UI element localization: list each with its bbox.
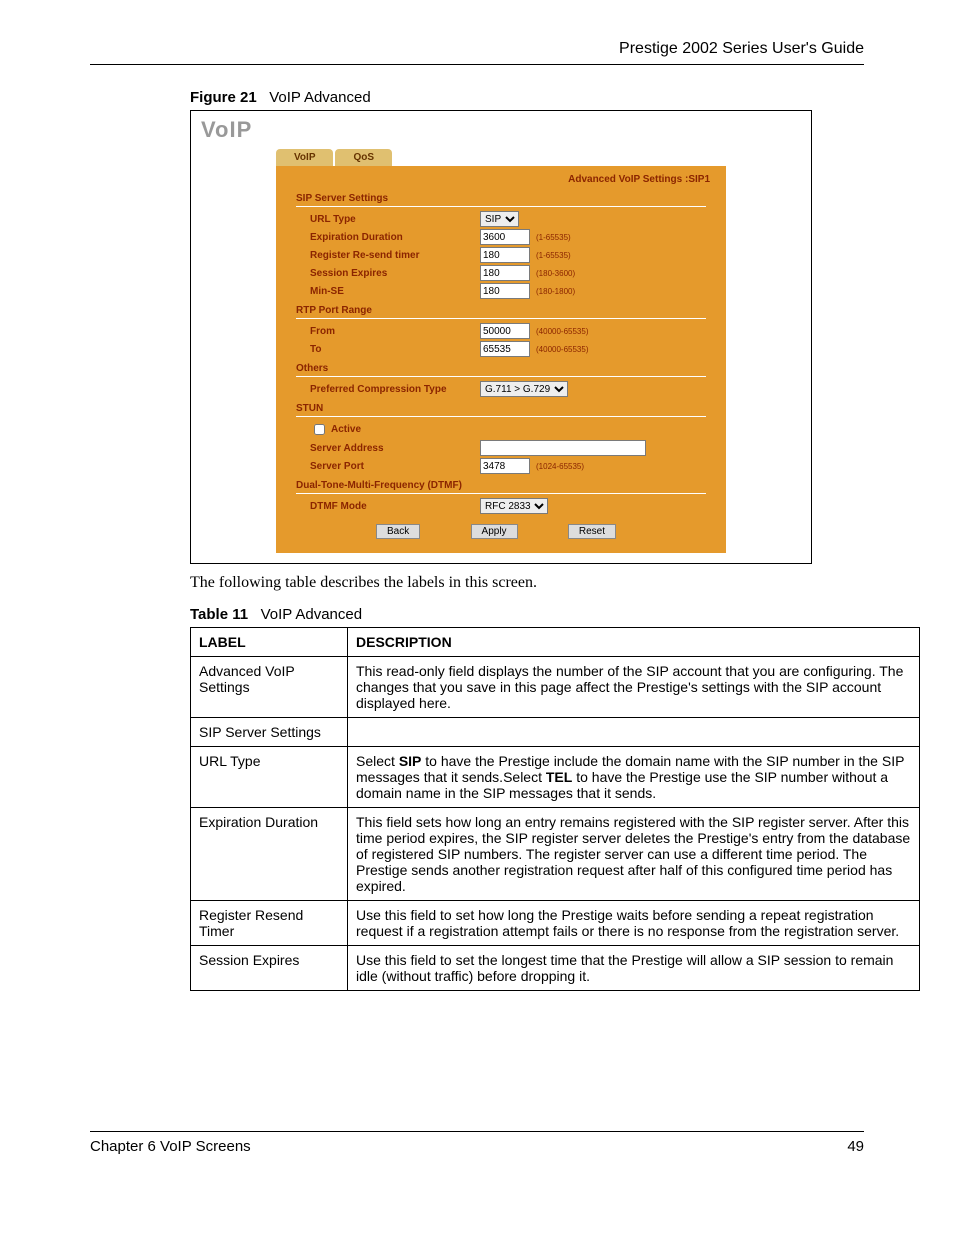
doc-footer: Chapter 6 VoIP Screens 49 (90, 1131, 864, 1155)
intro-text: The following table describes the labels… (190, 574, 864, 592)
table-title: VoIP Advanced (261, 606, 362, 623)
cell-description: Select SIP to have the Prestige include … (348, 747, 920, 808)
label-active: Active (331, 424, 361, 435)
hint-min-se: (180-1800) (536, 287, 575, 296)
th-label: LABEL (191, 628, 348, 657)
label-min-se: Min-SE (310, 286, 480, 297)
label-compression: Preferred Compression Type (310, 384, 480, 395)
resend-input[interactable] (480, 247, 530, 263)
cell-description: This field sets how long an entry remain… (348, 808, 920, 901)
screenshot: VoIP VoIP QoS Advanced VoIP Settings :SI… (190, 110, 812, 564)
cell-label: Session Expires (191, 946, 348, 991)
hint-expiration: (1-65535) (536, 233, 571, 242)
figure-caption: Figure 21 VoIP Advanced (190, 89, 864, 106)
tab-qos[interactable]: QoS (335, 149, 392, 166)
label-server-port: Server Port (310, 461, 480, 472)
settings-panel: Advanced VoIP Settings :SIP1 SIP Server … (276, 166, 726, 553)
label-url-type: URL Type (310, 214, 480, 225)
server-address-input[interactable] (480, 440, 646, 456)
figure-label: Figure 21 (190, 89, 257, 106)
to-input[interactable] (480, 341, 530, 357)
section-others: Others (296, 361, 706, 377)
table-row: SIP Server Settings (191, 718, 920, 747)
tab-voip[interactable]: VoIP (276, 149, 333, 166)
section-rtp: RTP Port Range (296, 303, 706, 319)
table-row: Advanced VoIP SettingsThis read-only fie… (191, 657, 920, 718)
tabs: VoIP QoS (276, 149, 811, 166)
label-expiration: Expiration Duration (310, 232, 480, 243)
cell-label: URL Type (191, 747, 348, 808)
min-se-input[interactable] (480, 283, 530, 299)
label-dtmf-mode: DTMF Mode (310, 501, 480, 512)
hint-session: (180-3600) (536, 269, 575, 278)
cell-description: Use this field to set how long the Prest… (348, 901, 920, 946)
figure-title: VoIP Advanced (269, 89, 370, 106)
table-caption: Table 11 VoIP Advanced (190, 606, 864, 623)
panel-title: Advanced VoIP Settings :SIP1 (286, 174, 710, 185)
cell-description: This read-only field displays the number… (348, 657, 920, 718)
cell-label: SIP Server Settings (191, 718, 348, 747)
apply-button[interactable]: Apply (471, 524, 518, 539)
hint-to: (40000-65535) (536, 345, 588, 354)
section-sip: SIP Server Settings (296, 191, 706, 207)
hint-resend: (1-65535) (536, 251, 571, 260)
from-input[interactable] (480, 323, 530, 339)
footer-chapter: Chapter 6 VoIP Screens (90, 1138, 251, 1155)
url-type-select[interactable]: SIP (480, 211, 519, 227)
reset-button[interactable]: Reset (568, 524, 616, 539)
description-table: LABEL DESCRIPTION Advanced VoIP Settings… (190, 627, 920, 991)
th-description: DESCRIPTION (348, 628, 920, 657)
table-row: URL TypeSelect SIP to have the Prestige … (191, 747, 920, 808)
back-button[interactable]: Back (376, 524, 420, 539)
hint-server-port: (1024-65535) (536, 462, 584, 471)
cell-label: Register Resend Timer (191, 901, 348, 946)
compression-select[interactable]: G.711 > G.729 (480, 381, 568, 397)
expiration-input[interactable] (480, 229, 530, 245)
doc-header: Prestige 2002 Series User's Guide (90, 40, 864, 65)
section-dtmf: Dual-Tone-Multi-Frequency (DTMF) (296, 478, 706, 494)
footer-page: 49 (847, 1138, 864, 1155)
table-row: Register Resend TimerUse this field to s… (191, 901, 920, 946)
label-from: From (310, 326, 480, 337)
label-server-address: Server Address (310, 443, 480, 454)
session-expires-input[interactable] (480, 265, 530, 281)
table-row: Expiration DurationThis field sets how l… (191, 808, 920, 901)
active-checkbox[interactable] (314, 424, 325, 435)
label-session-expires: Session Expires (310, 268, 480, 279)
cell-label: Advanced VoIP Settings (191, 657, 348, 718)
page-title: VoIP (191, 111, 811, 143)
section-stun: STUN (296, 401, 706, 417)
server-port-input[interactable] (480, 458, 530, 474)
dtmf-mode-select[interactable]: RFC 2833 (480, 498, 548, 514)
table-row: Session ExpiresUse this field to set the… (191, 946, 920, 991)
table-label: Table 11 (190, 606, 248, 623)
hint-from: (40000-65535) (536, 327, 588, 336)
cell-label: Expiration Duration (191, 808, 348, 901)
label-resend: Register Re-send timer (310, 250, 480, 261)
label-to: To (310, 344, 480, 355)
cell-description: Use this field to set the longest time t… (348, 946, 920, 991)
cell-description (348, 718, 920, 747)
